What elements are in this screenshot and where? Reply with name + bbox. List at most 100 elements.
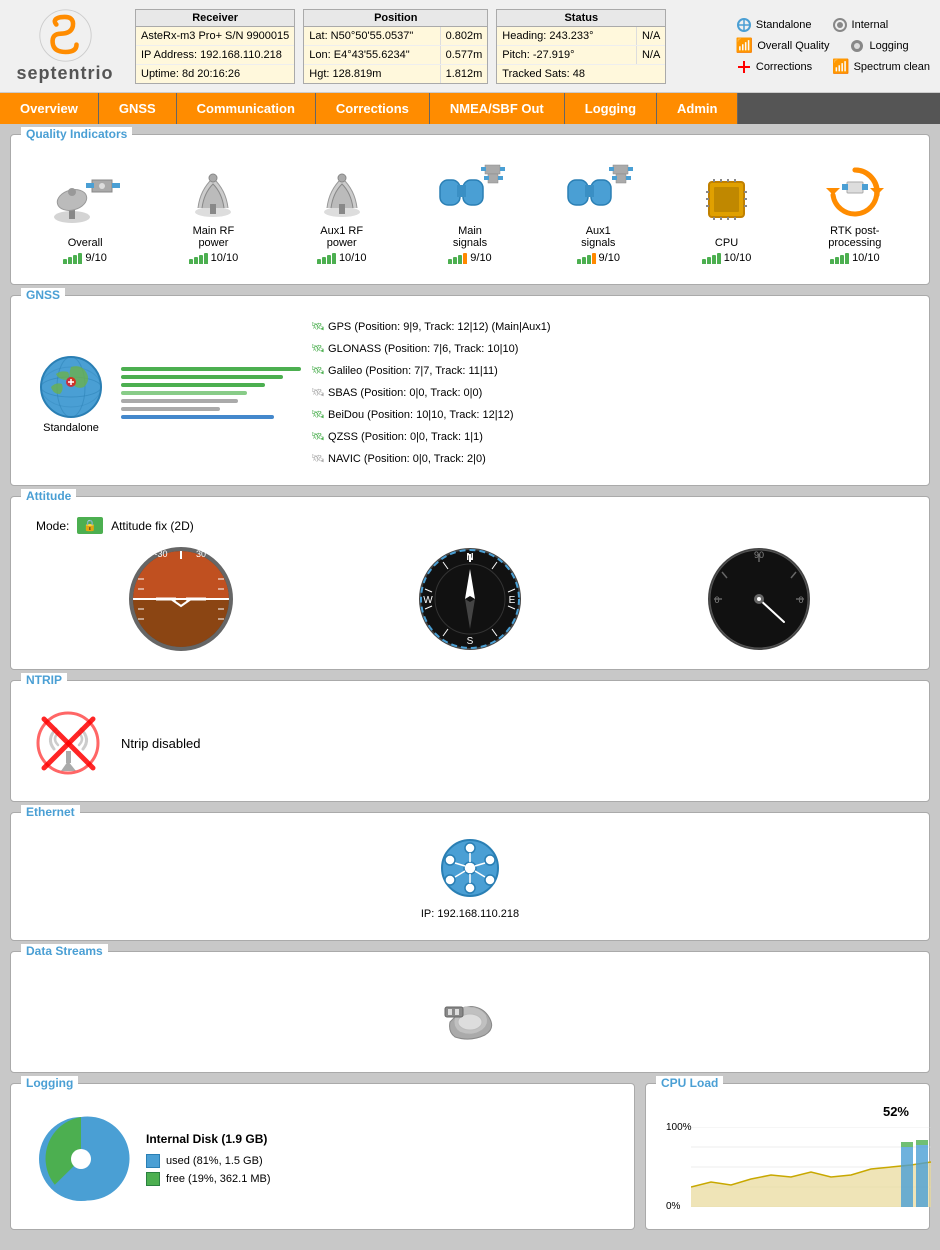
nav-logging[interactable]: Logging <box>565 93 657 124</box>
quality-rtk-score: 10/10 <box>830 252 880 264</box>
logo: septentrio <box>10 8 120 84</box>
gps-signal-line <box>121 367 301 371</box>
cpu-load-section: CPU Load 52% 100% 0% <box>645 1083 930 1230</box>
quality-indicators-section: Quality Indicators <box>10 134 930 285</box>
beidou-entry: 🛰 BeiDou (Position: 10|10, Track: 12|12) <box>311 404 909 426</box>
attitude-title: Attitude <box>21 489 76 503</box>
nav-nmea[interactable]: NMEA/SBF Out <box>430 93 565 124</box>
mode-label: Mode: <box>36 519 69 533</box>
cpu-chart-svg <box>691 1127 940 1207</box>
quality-rtk-label: RTK post-processing <box>828 225 881 249</box>
beidou-signal-line <box>121 415 274 419</box>
quality-main-rf-label: Main RFpower <box>193 225 235 249</box>
standalone-label: Standalone <box>756 19 812 31</box>
ntrip-content: Ntrip disabled <box>21 696 919 791</box>
quality-aux1-rf-score: 10/10 <box>317 252 367 264</box>
quality-cpu-label: CPU <box>715 237 738 249</box>
heading-label: Heading: 243.233° <box>497 27 636 45</box>
receiver-model: AsteRx-m3 Pro+ S/N 9900015 <box>136 27 294 46</box>
nav-communication[interactable]: Communication <box>177 93 316 124</box>
roll-gauge: 90 0 0 <box>704 544 814 654</box>
ethernet-icon <box>435 838 505 903</box>
quality-grid: Overall 9/10 <box>21 150 919 274</box>
quality-aux1-rf-label: Aux1 RFpower <box>320 225 363 249</box>
quality-aux1-rf-icon <box>307 160 377 220</box>
glonass-signal-line <box>121 383 265 387</box>
gnss-content: Standalone 🛰 GPS (Position: 9|9, Trac <box>21 311 919 475</box>
nav-corrections[interactable]: Corrections <box>316 93 430 124</box>
attitude-mode-badge: 🔒 <box>77 517 103 534</box>
quality-main-signals-icon <box>435 160 505 220</box>
overall-quality-icon: 📶 <box>736 37 753 54</box>
main-rf-bars <box>189 253 208 264</box>
qzss-entry: 🛰 QZSS (Position: 0|0, Track: 1|1) <box>311 426 909 448</box>
nav-gnss[interactable]: GNSS <box>99 93 177 124</box>
quality-indicators-title: Quality Indicators <box>21 127 132 141</box>
corrections-label: Corrections <box>756 61 812 73</box>
galileo-signal-line2 <box>121 407 220 411</box>
cpu-label-0: 0% <box>666 1201 680 1212</box>
quality-aux1-signals-label: Aux1signals <box>581 225 615 249</box>
lon-value: 0.577m <box>440 46 488 64</box>
cpu-label-100: 100% <box>666 1122 692 1133</box>
disk-title: Internal Disk (1.9 GB) <box>146 1132 271 1146</box>
nav-overview[interactable]: Overview <box>0 93 99 124</box>
attitude-content: Mode: 🔒 Attitude fix (2D) <box>21 512 919 659</box>
ethernet-content: IP: 192.168.110.218 <box>21 828 919 930</box>
corrections-icon <box>736 59 752 75</box>
glonass-entry: 🛰 GLONASS (Position: 7|6, Track: 10|10) <box>311 338 909 360</box>
logging-section: Logging <box>10 1083 635 1230</box>
quality-overall-score: 9/10 <box>63 252 106 264</box>
nav-admin[interactable]: Admin <box>657 93 738 124</box>
svg-text:0: 0 <box>799 595 804 605</box>
overall-bars <box>63 253 82 264</box>
heading-value: N/A <box>636 27 665 45</box>
header: septentrio Receiver AsteRx-m3 Pro+ S/N 9… <box>0 0 940 93</box>
compass-gauge: N E S W <box>415 544 525 654</box>
quality-main-signals-label: Mainsignals <box>453 225 487 249</box>
cpu-bars <box>702 253 721 264</box>
data-streams-icon <box>440 987 500 1042</box>
pitch-row: Pitch: -27.919° N/A <box>497 46 665 65</box>
lon-label: Lon: E4°43'55.6234" <box>304 46 439 64</box>
position-hgt-row: Hgt: 128.819m 1.812m <box>304 65 487 83</box>
quality-main-signals: Mainsignals 9/10 <box>425 160 515 264</box>
svg-text:S: S <box>467 636 474 647</box>
globe-container: Standalone <box>31 352 111 434</box>
legend-overall-quality: 📶 Overall Quality <box>736 37 830 54</box>
logo-icon <box>38 8 93 63</box>
position-lat-row: Lat: N50°50'55.0537" 0.802m <box>304 27 487 46</box>
quality-cpu-icon <box>692 172 762 232</box>
legend-corrections: Corrections <box>736 58 812 75</box>
quality-aux1-signals-score: 9/10 <box>577 252 620 264</box>
spectrum-label: Spectrum clean <box>854 61 930 73</box>
gps-entry: 🛰 GPS (Position: 9|9, Track: 12|12) (Mai… <box>311 316 909 338</box>
overall-quality-label: Overall Quality <box>757 40 829 52</box>
quality-rtk-icon <box>820 160 890 220</box>
attitude-mode-value: Attitude fix (2D) <box>111 519 194 533</box>
data-streams-content <box>21 967 919 1062</box>
quality-aux1-signals-icon <box>563 160 633 220</box>
gnss-list: 🛰 GPS (Position: 9|9, Track: 12|12) (Mai… <box>311 316 909 470</box>
aux1-signals-bars <box>577 253 596 264</box>
main-signals-bars <box>448 253 467 264</box>
ethernet-section: Ethernet IP: <box>10 812 930 941</box>
standalone-icon <box>736 17 752 33</box>
gnss-section: GNSS Standalone <box>10 295 930 486</box>
nav-bar: Overview GNSS Communication Corrections … <box>0 93 940 124</box>
aux1-rf-bars <box>317 253 336 264</box>
signal-lines <box>121 367 301 419</box>
legend-spectrum: 📶 Spectrum clean <box>832 58 930 75</box>
artificial-horizon: -30 30 <box>126 544 236 654</box>
cpu-load-title: CPU Load <box>656 1076 723 1090</box>
receiver-title: Receiver <box>136 10 294 27</box>
quality-overall-icon <box>50 172 120 232</box>
ntrip-section: NTRIP Ntrip disabled <box>10 680 930 802</box>
data-streams-section: Data Streams <box>10 951 930 1073</box>
free-legend-item: free (19%, 362.1 MB) <box>146 1172 271 1186</box>
lat-value: 0.802m <box>440 27 488 45</box>
ntrip-title: NTRIP <box>21 673 67 687</box>
spectrum-icon: 📶 <box>832 58 849 75</box>
data-streams-title: Data Streams <box>21 944 108 958</box>
gnss-title: GNSS <box>21 288 65 302</box>
